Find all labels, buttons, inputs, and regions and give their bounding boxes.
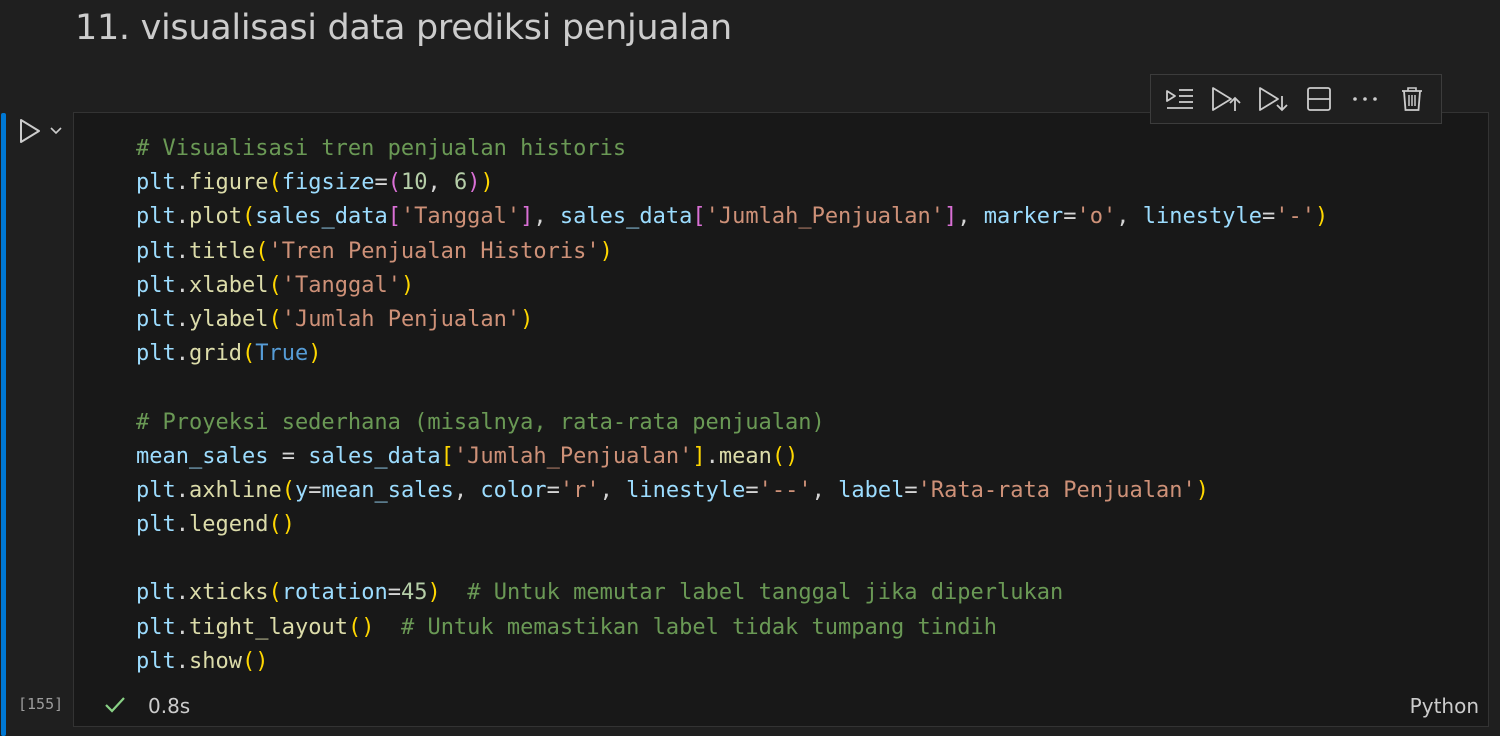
code-line: plt.grid(True) (136, 341, 322, 367)
delete-cell-icon[interactable] (1392, 79, 1432, 119)
notebook-page: 11. visualisasi data prediksi penjualan … (0, 0, 1500, 736)
cell-status-bar (73, 687, 1489, 727)
execute-cell-and-above-icon[interactable] (1206, 79, 1246, 119)
execute-above-and-cell-icon[interactable] (1160, 79, 1200, 119)
code-line: plt.xticks(rotation=45) # Untuk memutar … (136, 580, 1064, 606)
execution-count: [155] (18, 695, 64, 713)
code-line: plt.xlabel('Tanggal') (136, 272, 415, 298)
chevron-down-icon[interactable] (48, 123, 64, 139)
code-content[interactable]: # Visualisasi tren penjualan historis plt… (136, 132, 1328, 679)
code-line: # Proyeksi sederhana (misalnya, rata-rat… (136, 409, 825, 435)
success-check-icon (103, 693, 127, 721)
execution-duration: 0.8s (148, 694, 191, 718)
cell-run-controls (18, 118, 64, 144)
split-cell-icon[interactable] (1299, 79, 1339, 119)
more-actions-icon[interactable] (1345, 79, 1385, 119)
code-line: plt.show() (136, 648, 269, 674)
code-line: plt.tight_layout() # Untuk memastikan la… (136, 614, 997, 640)
code-line: plt.figure(figsize=(10, 6)) (136, 170, 494, 196)
code-line: # Visualisasi tren penjualan historis (136, 136, 627, 161)
code-line: plt.title('Tren Penjualan Historis') (136, 238, 613, 264)
cell-language-indicator[interactable]: Python (1410, 694, 1479, 718)
run-cell-icon[interactable] (18, 118, 42, 144)
markdown-heading: 11. visualisasi data prediksi penjualan (75, 8, 732, 48)
code-line: plt.axhline(y=mean_sales, color='r', lin… (136, 477, 1209, 503)
execute-cell-and-below-icon[interactable] (1253, 79, 1293, 119)
cell-focus-indicator (1, 113, 6, 736)
code-line: plt.legend() (136, 512, 295, 538)
cell-toolbar (1150, 74, 1442, 124)
code-line: plt.ylabel('Jumlah Penjualan') (136, 306, 534, 332)
code-line: mean_sales = sales_data['Jumlah_Penjuala… (136, 443, 799, 469)
code-line: plt.plot(sales_data['Tanggal'], sales_da… (136, 204, 1329, 230)
